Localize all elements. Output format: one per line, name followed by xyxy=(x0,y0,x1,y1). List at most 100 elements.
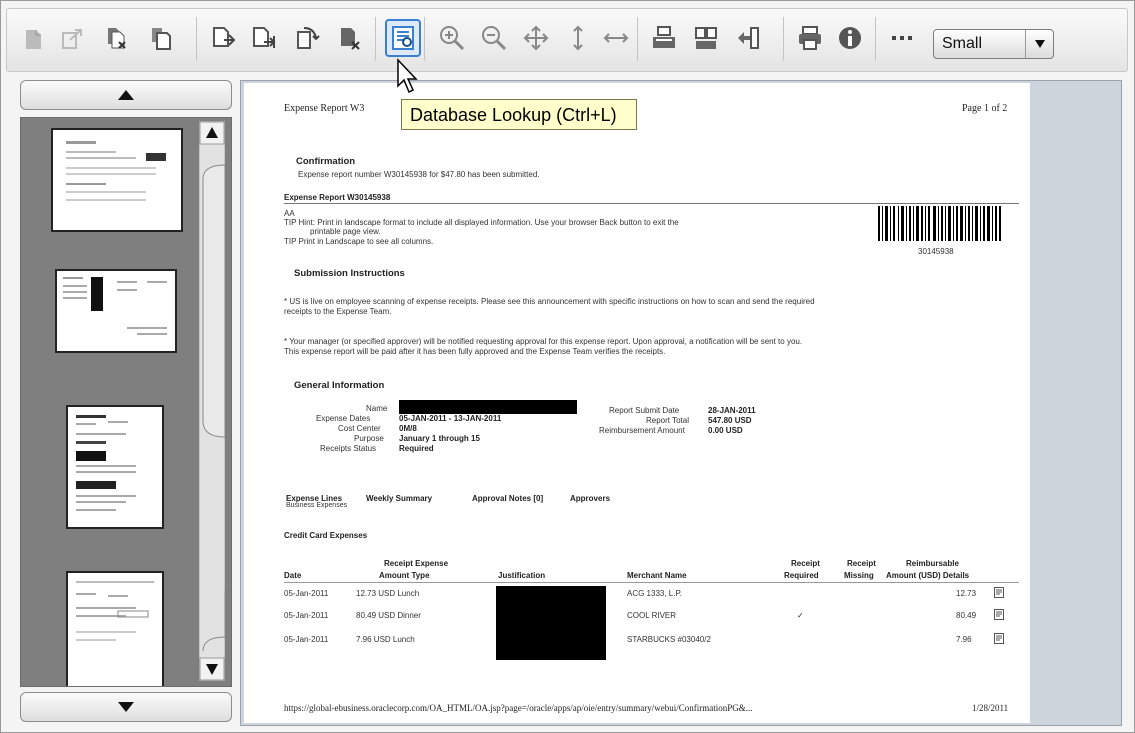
thumbnail-scrollbar[interactable] xyxy=(198,120,226,682)
tab-weekly-summary[interactable]: Weekly Summary xyxy=(366,494,432,503)
col-amount-type: Amount Type xyxy=(379,571,430,580)
barcode-number: 30145938 xyxy=(918,247,954,256)
fit-height-button[interactable] xyxy=(561,21,595,55)
zoom-in-icon xyxy=(440,26,465,51)
details-icon[interactable] xyxy=(994,633,1004,646)
footer-url[interactable]: https://global-ebusiness.oraclecorp.com/… xyxy=(284,703,752,713)
copy-pages-icon xyxy=(152,28,171,50)
gi-cost-value: 0M/8 xyxy=(399,424,417,433)
submission-heading: Submission Instructions xyxy=(294,268,405,279)
thumbnail-size-select[interactable]: Small xyxy=(933,29,1054,59)
zoom-out-icon xyxy=(482,26,507,51)
row-merchant: STARBUCKS #03040/2 xyxy=(627,635,711,644)
split-pages-icon xyxy=(253,27,276,48)
general-heading: General Information xyxy=(294,380,385,391)
gi-submit-value: 28-JAN-2011 xyxy=(708,406,756,415)
gi-receipts-value: Required xyxy=(399,444,434,453)
remove-page-icon xyxy=(341,28,360,50)
details-icon[interactable] xyxy=(994,587,1004,600)
row-reimbursable: 12.73 xyxy=(956,589,977,598)
thumbnail-page-4[interactable] xyxy=(66,571,164,686)
database-lookup-icon xyxy=(392,26,414,50)
col-receipt-missing-2: Missing xyxy=(844,571,874,580)
thumbnail-page-2[interactable] xyxy=(55,269,177,353)
scan-pages-icon xyxy=(653,26,675,48)
thumbnail-page-3[interactable] xyxy=(66,405,164,529)
toolbar: Small xyxy=(6,8,1128,72)
pan-icon xyxy=(523,25,549,51)
col-receipt-required-2: Required xyxy=(784,571,819,580)
toolbar-separator xyxy=(637,17,638,61)
scroll-up-button[interactable] xyxy=(20,80,232,110)
database-lookup-button[interactable] xyxy=(385,19,421,57)
remove-page-button[interactable] xyxy=(333,21,367,55)
row-amount-type: 7.96 USD Lunch xyxy=(356,635,415,644)
submission-line-2b: This expense report will be paid after i… xyxy=(284,347,666,356)
row-date: 05-Jan-2011 xyxy=(284,611,329,620)
pan-button[interactable] xyxy=(519,21,553,55)
extract-pages-button[interactable] xyxy=(207,21,241,55)
rotate-pages-button[interactable] xyxy=(289,21,323,55)
details-icon[interactable] xyxy=(994,609,1004,622)
toolbar-separator xyxy=(375,17,376,61)
tip-hint-2: TIP Print in Landscape to see all column… xyxy=(284,237,434,246)
col-reimbursable-2: Amount (USD) Details xyxy=(886,571,970,580)
toolbar-separator xyxy=(196,17,197,61)
gi-purpose-value: January 1 through 15 xyxy=(399,434,480,443)
divider xyxy=(284,203,1019,204)
delete-pages-button[interactable] xyxy=(99,21,133,55)
gi-submit-label: Report Submit Date xyxy=(609,406,680,415)
gi-cost-label: Cost Center xyxy=(338,424,381,433)
chevron-down-icon[interactable] xyxy=(1025,30,1053,58)
row-date: 05-Jan-2011 xyxy=(284,589,329,598)
rotate-pages-icon xyxy=(297,27,320,49)
col-receipt-required-1: Receipt xyxy=(791,559,820,568)
reorder-pages-button[interactable] xyxy=(731,21,765,55)
insert-page-button[interactable] xyxy=(17,21,51,55)
copy-pages-button[interactable] xyxy=(143,21,177,55)
reorder-pages-icon xyxy=(738,27,759,49)
redacted-name xyxy=(399,400,577,414)
export-page-button[interactable] xyxy=(55,21,89,55)
footer-date: 1/28/2011 xyxy=(972,703,1009,713)
row-reimbursable: 7.96 xyxy=(956,635,972,644)
row-merchant: ACG 1333, L.P. xyxy=(627,589,682,598)
split-pages-button[interactable] xyxy=(247,21,281,55)
arrow-down-icon xyxy=(118,702,134,712)
mouse-cursor-icon xyxy=(397,58,418,94)
gi-total-label: Report Total xyxy=(646,416,689,425)
gi-total-value: 547.80 USD xyxy=(708,416,752,425)
col-receipt-missing-1: Receipt xyxy=(847,559,876,568)
tab-approvers[interactable]: Approvers xyxy=(570,494,610,503)
arrow-up-icon xyxy=(118,90,134,100)
print-icon xyxy=(799,26,821,50)
barcode-icon xyxy=(878,206,1001,241)
gi-reimb-value: 0.00 USD xyxy=(708,426,743,435)
tooltip: Database Lookup (Ctrl+L) xyxy=(401,99,637,130)
thumbnail-page-1[interactable] xyxy=(51,128,183,232)
row-amount-type: 80.49 USD Dinner xyxy=(356,611,421,620)
tab-approval-notes[interactable]: Approval Notes [0] xyxy=(472,494,543,503)
info-icon xyxy=(839,27,861,49)
fit-width-button[interactable] xyxy=(599,21,633,55)
print-button[interactable] xyxy=(793,21,827,55)
merge-pages-button[interactable] xyxy=(689,21,723,55)
scroll-down-button[interactable] xyxy=(20,692,232,722)
business-expenses-label: Business Expenses xyxy=(286,502,348,509)
col-justification: Justification xyxy=(498,571,546,580)
submission-line-1b: receipts to the Expense Team. xyxy=(284,307,392,316)
document-page: Expense Report W3 Page 1 of 2 Confirmati… xyxy=(244,83,1030,723)
info-button[interactable] xyxy=(833,21,867,55)
scan-pages-button[interactable] xyxy=(647,21,681,55)
gi-dates-value: 05-JAN-2011 - 13-JAN-2011 xyxy=(399,414,502,423)
gi-purpose-label: Purpose xyxy=(354,434,384,443)
extract-pages-icon xyxy=(213,27,236,47)
export-page-icon xyxy=(62,29,82,49)
zoom-out-button[interactable] xyxy=(477,21,511,55)
fit-width-icon xyxy=(603,33,629,43)
doc-header-title: Expense Report W3 xyxy=(284,103,365,114)
zoom-in-button[interactable] xyxy=(435,21,469,55)
tip-hint-1b: printable page view. xyxy=(310,227,381,236)
row-date: 05-Jan-2011 xyxy=(284,635,329,644)
more-button[interactable] xyxy=(885,21,919,55)
